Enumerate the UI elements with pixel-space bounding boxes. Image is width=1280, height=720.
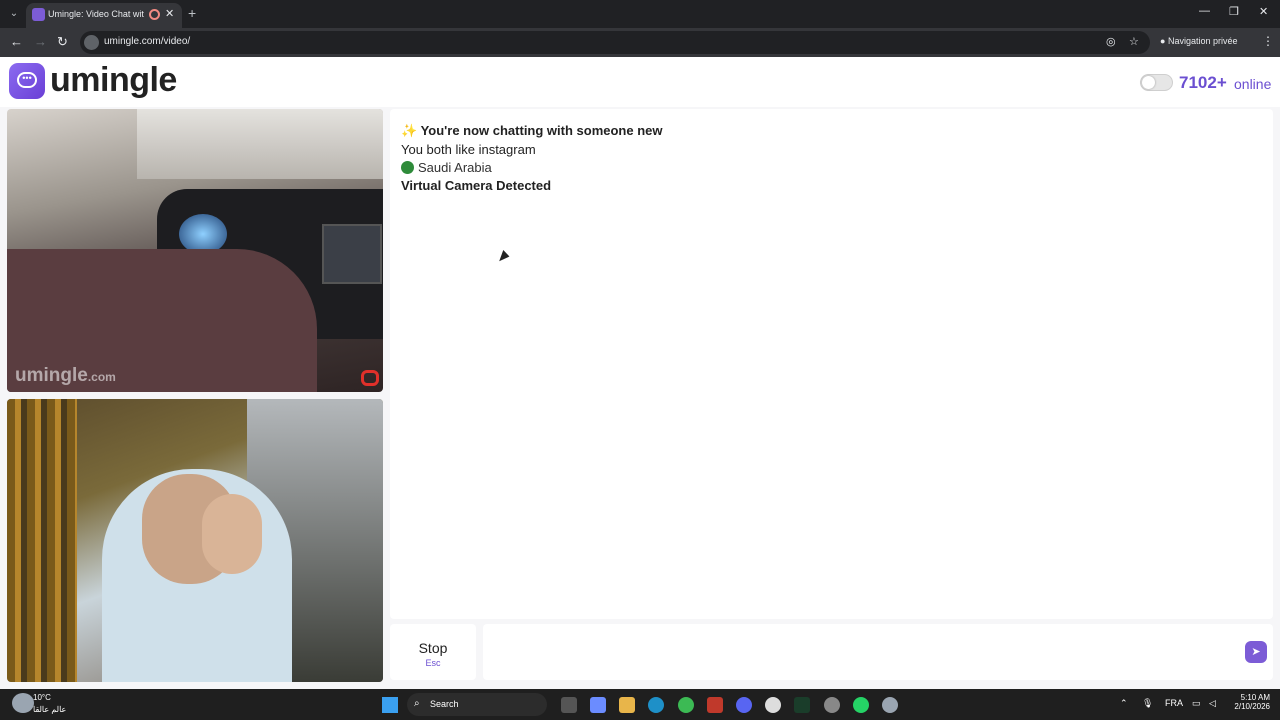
toggle-knob: [1142, 76, 1155, 89]
clock[interactable]: 5:10 AM 2/10/2026: [1230, 693, 1270, 711]
local-video: [7, 399, 383, 682]
reload-icon[interactable]: ↻: [57, 34, 68, 50]
tab-search-icon[interactable]: ⌄: [6, 6, 22, 22]
clock-date: 2/10/2026: [1234, 702, 1270, 711]
video-watermark: umingle.com: [15, 365, 116, 387]
network-icon[interactable]: ▭: [1192, 698, 1201, 709]
chat-message-text: Virtual Camera Detected: [401, 178, 552, 193]
browser-tab[interactable]: Umingle: Video Chat with S ✕: [26, 3, 182, 28]
browser-toolbar: ← → ↻ umingle.com/video/ ◎ ☆ ● Navigatio…: [0, 28, 1280, 57]
back-icon[interactable]: ←: [10, 34, 23, 49]
url-text[interactable]: umingle.com/video/: [104, 36, 190, 47]
windows-taskbar: 10°C عالم عالقا ⌕ Search ⌃ 🎙 FRA ▭ ◁ 5:1…: [0, 689, 1280, 720]
app-icon[interactable]: [707, 697, 723, 713]
new-tab-icon[interactable]: +: [188, 5, 196, 21]
page: ••• umingle 7102+ online umingle.com ✨ Y…: [0, 57, 1280, 689]
site-info-icon[interactable]: [84, 35, 99, 50]
windows-start-icon[interactable]: [382, 697, 398, 713]
file-explorer-icon[interactable]: [619, 697, 635, 713]
bookmark-star-icon[interactable]: ☆: [1129, 35, 1139, 48]
site-header: ••• umingle 7102+ online: [0, 57, 1280, 107]
language-indicator[interactable]: FRA: [1165, 698, 1183, 708]
umingle-logo-icon[interactable]: •••: [9, 63, 45, 99]
microphone-icon[interactable]: 🎙: [1142, 698, 1153, 709]
stop-button[interactable]: Stop Esc: [390, 624, 476, 680]
search-label: Search: [430, 699, 459, 709]
discord-icon[interactable]: [736, 697, 752, 713]
terminal-icon[interactable]: [794, 697, 810, 713]
chat-panel: ✨ You're now chatting with someone new Y…: [390, 109, 1273, 619]
recording-icon: [149, 9, 160, 20]
weather-icon[interactable]: [12, 693, 34, 713]
browser-tabbar: ⌄ Umingle: Video Chat with S ✕ + — ❐ ✕: [0, 0, 1280, 28]
chat-message-text: Saudi Arabia: [418, 160, 492, 175]
video-scene-hand: [202, 494, 262, 574]
report-flag-icon[interactable]: [361, 370, 379, 386]
close-window-icon[interactable]: ✕: [1259, 5, 1268, 18]
search-icon: ⌕: [414, 698, 420, 709]
video-scene-curtain: [7, 399, 77, 682]
chat-message-text: You're now chatting with someone new: [420, 123, 663, 138]
sparkles-icon: ✨: [401, 123, 418, 138]
remote-video: umingle.com: [7, 109, 383, 392]
umingle-favicon-icon: [32, 8, 45, 21]
forward-icon[interactable]: →: [34, 34, 47, 49]
stop-label: Stop: [418, 640, 448, 656]
chat-bubble-icon: •••: [17, 72, 37, 88]
stop-shortcut: Esc: [425, 658, 441, 668]
address-bar[interactable]: umingle.com/video/ ◎ ☆: [80, 31, 1150, 54]
chat-message: ✨ You're now chatting with someone new: [401, 123, 663, 139]
logo-text[interactable]: umingle: [50, 61, 177, 100]
tab-title: Umingle: Video Chat with S: [48, 9, 144, 19]
video-scene-gauge: [179, 214, 227, 254]
browser-menu-icon[interactable]: ⋮: [1262, 34, 1274, 48]
private-label: Navigation privée: [1167, 36, 1238, 46]
close-tab-icon[interactable]: ✕: [165, 7, 174, 20]
message-input[interactable]: [483, 624, 1273, 680]
edge-icon[interactable]: [648, 697, 664, 713]
online-label: online: [1234, 76, 1272, 92]
online-count: 7102+: [1179, 73, 1227, 92]
volume-icon[interactable]: ◁: [1209, 698, 1216, 709]
private-mode-badge[interactable]: ● Navigation privée: [1160, 36, 1238, 46]
weather-temperature[interactable]: 10°C: [33, 693, 51, 702]
chat-message: You both like instagram: [401, 142, 536, 157]
incognito-icon: ●: [1160, 36, 1166, 46]
chat-message-text: You both like instagram: [401, 142, 536, 157]
watermark-text: umingle: [15, 365, 88, 386]
tray-chevron-icon[interactable]: ⌃: [1120, 698, 1128, 709]
chat-message: Saudi Arabia: [401, 160, 492, 175]
copilot-icon[interactable]: [590, 697, 606, 713]
chat-message: Virtual Camera Detected: [401, 178, 551, 193]
chrome-icon[interactable]: [678, 697, 694, 713]
eye-off-icon[interactable]: ◎: [1106, 35, 1116, 48]
video-scene-screen: [322, 224, 382, 284]
whatsapp-icon[interactable]: [853, 697, 869, 713]
app-settings-icon[interactable]: [824, 697, 840, 713]
watermark-suffix: .com: [87, 370, 116, 384]
video-scene-road: [137, 109, 383, 179]
app-circle-icon[interactable]: [765, 697, 781, 713]
task-view-icon[interactable]: [561, 697, 577, 713]
weather-location[interactable]: عالم عالقا: [33, 705, 66, 714]
minimize-icon[interactable]: —: [1199, 5, 1210, 17]
clock-time: 5:10 AM: [1240, 693, 1270, 702]
theme-toggle[interactable]: [1140, 74, 1173, 91]
flag-icon: [401, 161, 414, 174]
restore-icon[interactable]: ❐: [1229, 5, 1239, 18]
send-icon[interactable]: ➤: [1245, 641, 1267, 663]
settings-gear-icon[interactable]: [882, 697, 898, 713]
taskbar-search[interactable]: ⌕ Search: [407, 693, 547, 716]
